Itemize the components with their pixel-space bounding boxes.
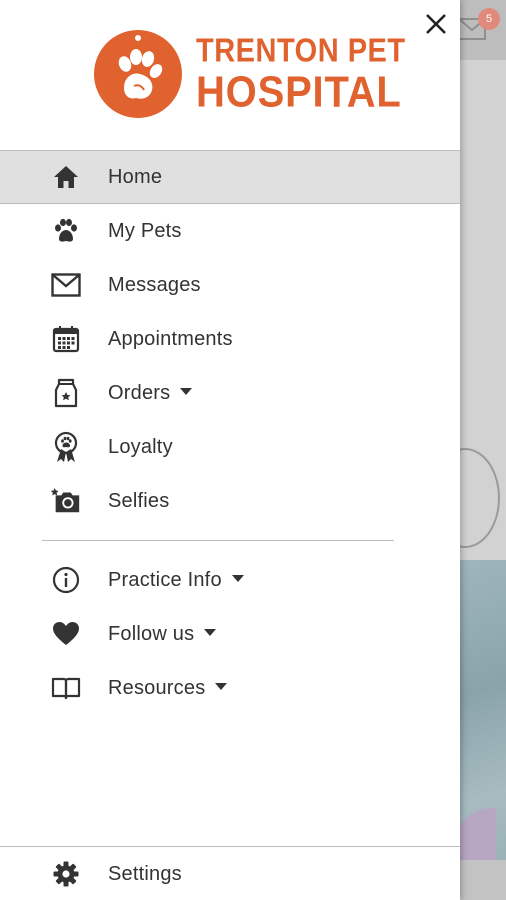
- menu-divider: [42, 540, 394, 541]
- menu-item-my-pets[interactable]: My Pets: [0, 204, 460, 258]
- menu-item-label: My Pets: [108, 219, 182, 242]
- envelope-icon: [50, 269, 82, 301]
- menu-item-selfies[interactable]: Selfies: [0, 474, 460, 528]
- menu-item-loyalty[interactable]: Loyalty: [0, 420, 460, 474]
- logo-title-line2: HOSPITAL: [196, 67, 402, 116]
- chevron-down-icon: [204, 628, 217, 636]
- menu-item-follow-us[interactable]: Follow us: [0, 607, 460, 661]
- camera-icon: [50, 485, 82, 517]
- menu-item-settings[interactable]: Settings: [0, 847, 460, 900]
- paw-logo-icon: [94, 30, 182, 118]
- menu-item-label: Messages: [108, 273, 201, 296]
- chevron-down-icon: [180, 387, 193, 395]
- chevron-down-icon: [231, 574, 244, 582]
- navigation-drawer: TRENTON PET HOSPITAL Home My Pets Messag…: [0, 0, 460, 900]
- info-icon: [50, 564, 82, 596]
- menu-item-practice-info[interactable]: Practice Info: [0, 553, 460, 607]
- menu-item-resources[interactable]: Resources: [0, 661, 460, 715]
- chevron-down-icon: [215, 682, 228, 690]
- secondary-menu: Practice Info Follow us Resources: [0, 553, 460, 715]
- logo-title-line1: TRENTON PET: [196, 32, 406, 69]
- menu-item-label: Selfies: [108, 489, 170, 512]
- notification-badge: 5: [478, 8, 500, 30]
- calendar-icon: [50, 323, 82, 355]
- heart-icon: [50, 618, 82, 650]
- hospital-logo: TRENTON PET HOSPITAL: [94, 30, 406, 118]
- menu-item-label: Appointments: [108, 327, 233, 350]
- menu-item-label: Home: [108, 165, 163, 188]
- gear-icon: [50, 858, 82, 890]
- menu-item-label: Settings: [108, 862, 182, 885]
- close-icon: [426, 14, 446, 34]
- menu-item-messages[interactable]: Messages: [0, 258, 460, 312]
- menu-item-orders[interactable]: Orders: [0, 366, 460, 420]
- main-menu: Home My Pets Messages Appointments Order…: [0, 150, 460, 528]
- menu-item-home[interactable]: Home: [0, 150, 460, 204]
- menu-item-label: Resources: [108, 677, 228, 700]
- close-button[interactable]: [418, 6, 454, 42]
- paw-icon: [50, 215, 82, 247]
- menu-item-label: Orders: [108, 382, 193, 405]
- loyalty-ribbon-icon: [50, 431, 82, 463]
- menu-item-label: Follow us: [108, 623, 217, 646]
- pet-food-icon: [50, 377, 82, 409]
- settings-bar: Settings: [0, 846, 460, 900]
- book-icon: [50, 672, 82, 704]
- menu-item-label: Practice Info: [108, 569, 244, 592]
- menu-item-label: Loyalty: [108, 435, 173, 458]
- menu-item-appointments[interactable]: Appointments: [0, 312, 460, 366]
- home-icon: [50, 161, 82, 193]
